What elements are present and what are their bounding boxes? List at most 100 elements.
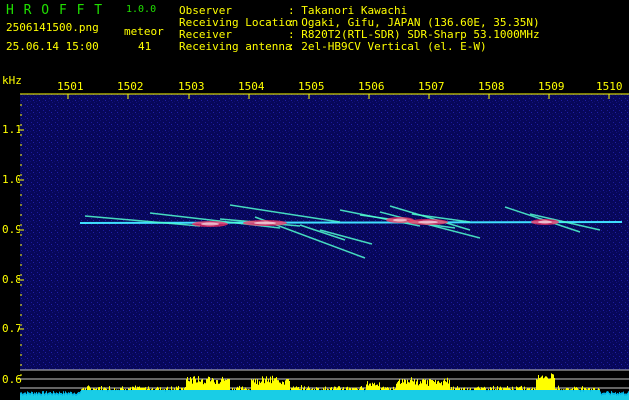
level-bar-base	[365, 390, 366, 400]
level-bar-base	[565, 390, 566, 400]
level-bar-base	[185, 390, 186, 400]
level-bar-base	[64, 393, 65, 400]
level-bar-base	[293, 390, 294, 400]
level-bar-base	[42, 391, 43, 400]
level-bar-base	[113, 390, 114, 400]
level-bar-base	[290, 390, 291, 400]
level-bar-base	[495, 390, 496, 400]
level-bar-base	[607, 391, 608, 400]
level-bar-base	[337, 390, 338, 400]
level-bar-base	[394, 390, 395, 400]
level-bar-base	[205, 390, 206, 400]
level-bar-base	[332, 390, 333, 400]
level-bar-base	[560, 390, 561, 400]
level-bar-base	[309, 390, 310, 400]
level-bar-base	[162, 390, 163, 400]
level-bar-base	[121, 390, 122, 400]
level-bar-base	[178, 390, 179, 400]
level-bar-base	[119, 390, 120, 400]
level-bar-base	[410, 390, 411, 400]
level-bar-base	[549, 390, 550, 400]
level-bar-base	[155, 390, 156, 400]
level-bar-base	[191, 390, 192, 400]
level-bar-base	[500, 390, 501, 400]
level-bar-base	[464, 390, 465, 400]
level-bar-base	[358, 390, 359, 400]
level-bar-base	[83, 390, 84, 400]
level-bar-base	[451, 390, 452, 400]
level-bar-base	[63, 391, 64, 400]
level-bar-base	[601, 393, 602, 400]
level-bar-base	[386, 390, 387, 400]
level-bar-base	[243, 390, 244, 400]
level-bar-base	[68, 392, 69, 400]
level-bar-base	[101, 390, 102, 400]
level-bar-base	[280, 390, 281, 400]
level-bar-base	[344, 390, 345, 400]
level-bar-base	[87, 390, 88, 400]
level-bar-base	[617, 392, 618, 400]
level-bar-base	[217, 390, 218, 400]
level-bar-base	[305, 390, 306, 400]
level-bar-base	[283, 390, 284, 400]
level-bar-base	[197, 390, 198, 400]
level-bar-base	[555, 390, 556, 400]
level-bar-base	[188, 390, 189, 400]
level-bar-base	[259, 390, 260, 400]
level-bar-base	[429, 390, 430, 400]
level-bar-base	[401, 390, 402, 400]
level-bar-base	[489, 390, 490, 400]
level-bar-base	[336, 390, 337, 400]
level-bar-base	[514, 390, 515, 400]
level-bar-base	[570, 390, 571, 400]
level-bar-base	[118, 390, 119, 400]
level-bar-base	[331, 390, 332, 400]
level-bar-base	[183, 390, 184, 400]
level-bar-base	[150, 390, 151, 400]
level-bar-base	[554, 390, 555, 400]
level-bar-base	[364, 390, 365, 400]
level-bar-base	[512, 390, 513, 400]
level-bar-base	[441, 390, 442, 400]
level-bar-base	[536, 390, 537, 400]
level-bar-base	[456, 390, 457, 400]
level-bar-base	[389, 390, 390, 400]
level-bar-base	[535, 390, 536, 400]
level-bar-base	[142, 390, 143, 400]
level-bar-base	[402, 390, 403, 400]
level-bar-base	[407, 390, 408, 400]
level-bar-base	[98, 390, 99, 400]
level-bar-base	[575, 390, 576, 400]
level-bar-base	[515, 390, 516, 400]
level-bar-base	[488, 390, 489, 400]
level-bar-base	[363, 390, 364, 400]
level-bar-base	[146, 390, 147, 400]
level-bar-base	[43, 391, 44, 400]
level-bar-base	[422, 390, 423, 400]
level-bar-base	[34, 392, 35, 400]
level-bar-base	[95, 390, 96, 400]
level-bar-base	[579, 390, 580, 400]
level-bar-base	[371, 390, 372, 400]
level-bar-base	[583, 390, 584, 400]
level-bar-base	[203, 390, 204, 400]
level-bar-base	[96, 390, 97, 400]
level-bar-base	[450, 390, 451, 400]
level-bar-base	[226, 390, 227, 400]
level-bar-base	[588, 390, 589, 400]
level-bar-base	[265, 390, 266, 400]
level-bar-base	[587, 390, 588, 400]
level-bar-base	[26, 393, 27, 400]
level-bar-base	[201, 390, 202, 400]
level-bar-base	[229, 390, 230, 400]
level-bar-base	[35, 393, 36, 400]
level-bar-base	[513, 390, 514, 400]
level-bar-base	[54, 392, 55, 400]
level-bar-base	[269, 390, 270, 400]
level-bar-base	[138, 390, 139, 400]
level-bar-base	[357, 390, 358, 400]
level-bar-base	[86, 390, 87, 400]
level-bar-base	[621, 392, 622, 400]
level-bar-base	[274, 390, 275, 400]
level-bar-base	[373, 390, 374, 400]
